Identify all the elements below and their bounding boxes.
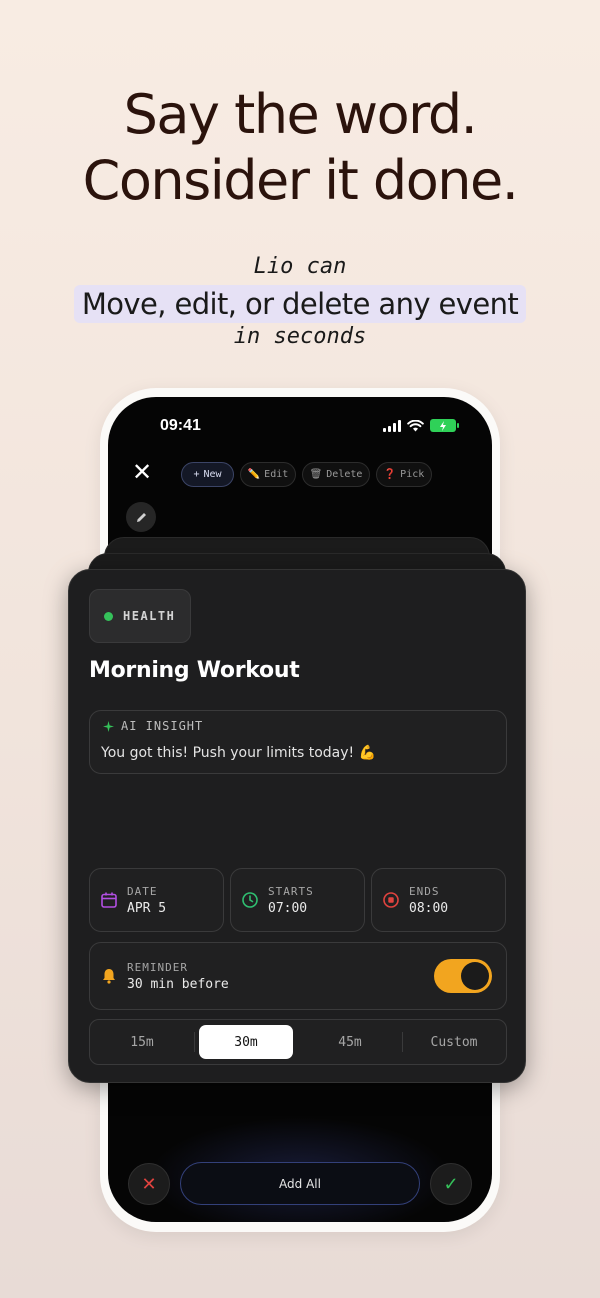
cancel-button[interactable]: ✕ <box>128 1163 170 1205</box>
option-custom[interactable]: Custom <box>407 1025 501 1059</box>
toolbar: ✕ + New ✏️ Edit 🗑 Delete ❓ Pick <box>108 460 492 488</box>
check-icon: ✓ <box>443 1173 459 1194</box>
ai-insight-label: AI INSIGHT <box>121 719 204 733</box>
bell-icon <box>103 969 115 984</box>
option-15m[interactable]: 15m <box>95 1025 189 1059</box>
starts-field[interactable]: STARTS 07:00 <box>230 868 365 932</box>
headline: Say the word. Consider it done. <box>0 82 600 214</box>
cellular-signal-icon <box>383 419 401 432</box>
divider <box>194 1032 195 1052</box>
chip-delete-label: Delete <box>326 469 363 480</box>
chip-pick-label: Pick <box>400 469 425 480</box>
reminder-row: REMINDER 30 min before <box>89 942 507 1010</box>
reminder-toggle[interactable] <box>434 959 492 993</box>
reminder-label: REMINDER <box>127 961 188 974</box>
ends-label: ENDS <box>409 885 440 898</box>
category-label: HEALTH <box>123 609 176 623</box>
toggle-knob <box>461 962 489 990</box>
subheadline-prefix: Lio can <box>253 254 347 279</box>
reminder-value: 30 min before <box>127 977 229 992</box>
close-icon: ✕ <box>141 1173 157 1194</box>
pen-icon[interactable] <box>126 502 156 532</box>
subheadline-highlight: Move, edit, or delete any event <box>73 285 527 323</box>
option-30m[interactable]: 30m <box>199 1025 293 1059</box>
ai-insight-text: You got this! Push your limits today! 💪 <box>101 745 377 761</box>
wifi-icon <box>407 419 424 431</box>
status-time: 09:41 <box>160 417 201 434</box>
date-label: DATE <box>127 885 158 898</box>
trash-icon: 🗑 <box>309 469 323 480</box>
chip-new[interactable]: + New <box>181 462 234 487</box>
pencil-icon: ✏️ <box>247 469 261 480</box>
sparkle-icon <box>103 720 114 732</box>
plus-icon: + <box>193 469 200 480</box>
headline-line-2: Consider it done. <box>82 149 519 212</box>
close-icon[interactable]: ✕ <box>130 461 154 485</box>
event-card: HEALTH Morning Workout AI INSIGHT You go… <box>68 569 526 1083</box>
add-all-button[interactable]: Add All <box>180 1162 420 1205</box>
battery-charging-icon <box>430 419 459 432</box>
starts-label: STARTS <box>268 885 314 898</box>
option-45m[interactable]: 45m <box>303 1025 397 1059</box>
subheadline-suffix: in seconds <box>233 324 367 349</box>
divider <box>402 1032 403 1052</box>
ends-value: 08:00 <box>409 901 449 916</box>
chip-new-label: New <box>203 469 222 480</box>
category-tag[interactable]: HEALTH <box>89 589 191 643</box>
stop-circle-icon <box>383 892 399 908</box>
headline-line-1: Say the word. <box>123 83 478 146</box>
starts-value: 07:00 <box>268 901 308 916</box>
chip-edit[interactable]: ✏️ Edit <box>240 462 296 487</box>
reminder-options: 15m 30m 45m Custom <box>89 1019 507 1065</box>
event-title[interactable]: Morning Workout <box>89 658 300 683</box>
status-dot-icon <box>104 611 113 621</box>
confirm-button[interactable]: ✓ <box>430 1163 472 1205</box>
ends-field[interactable]: ENDS 08:00 <box>371 868 506 932</box>
ai-insight: AI INSIGHT You got this! Push your limit… <box>89 710 507 774</box>
date-value: APR 5 <box>127 901 167 916</box>
calendar-icon <box>101 892 117 908</box>
clock-icon <box>242 892 258 908</box>
chip-delete[interactable]: 🗑 Delete <box>302 462 370 487</box>
status-icons <box>383 419 459 432</box>
date-field[interactable]: DATE APR 5 <box>89 868 224 932</box>
chip-pick[interactable]: ❓ Pick <box>376 462 432 487</box>
chip-edit-label: Edit <box>264 469 289 480</box>
question-icon: ❓ <box>383 469 397 480</box>
